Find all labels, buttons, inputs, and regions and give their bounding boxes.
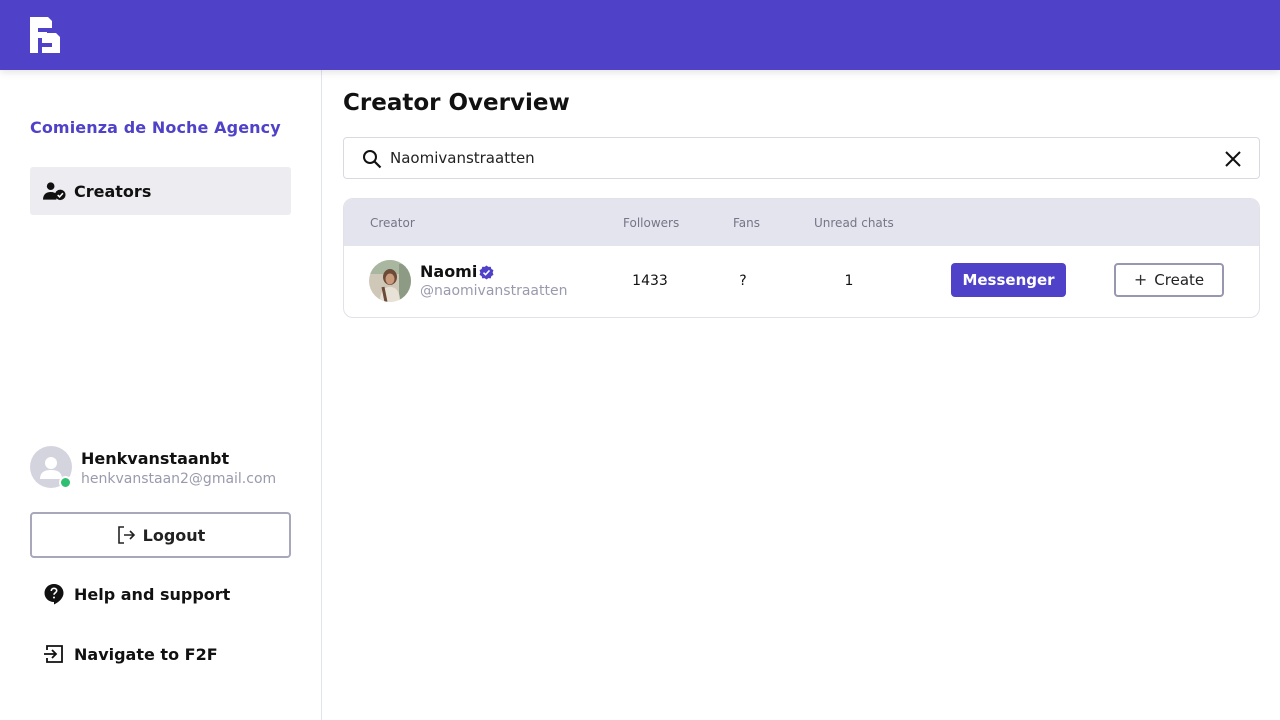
search-icon [363,150,382,169]
logo-icon[interactable] [30,17,60,53]
messenger-button[interactable]: Messenger [951,263,1066,297]
table-header: Creator Followers Fans Unread chats [344,199,1259,246]
user-profile: Henkvanstaanbt henkvanstaan2@gmail.com [30,446,300,490]
search-input[interactable] [390,138,1210,178]
verified-badge-icon [479,265,494,280]
sidebar-item-creators[interactable]: Creators [30,167,291,215]
logout-icon [117,526,135,544]
close-icon[interactable] [1222,148,1244,170]
online-status-dot [59,476,72,489]
help-icon [44,584,64,605]
sidebar: Comienza de Noche Agency Creators Henkva… [0,70,322,720]
table-row: Naomi @naomivanstraatten 1433 ? 1 Messen… [344,246,1259,317]
top-bar [0,0,1280,70]
user-check-icon [43,182,66,201]
search-bar [343,137,1260,179]
plus-icon: + [1133,270,1148,289]
column-header-creator: Creator [370,216,415,230]
help-support-link[interactable]: Help and support [30,574,291,614]
main-content: Creator Overview Creator Followers Fans … [323,70,1280,720]
create-button[interactable]: + Create [1114,263,1224,297]
help-label: Help and support [74,584,231,604]
unread-chats-count: 1 [844,273,854,289]
column-header-fans: Fans [733,216,761,230]
fans-count: ? [739,273,747,289]
followers-count: 1433 [632,273,668,289]
create-label: Create [1154,271,1205,289]
creator-avatar[interactable] [369,260,411,302]
sidebar-item-label: Creators [74,181,152,201]
navigate-label: Navigate to F2F [74,644,218,664]
agency-name: Comienza de Noche Agency [30,118,281,137]
page-title: Creator Overview [343,90,570,116]
logout-label: Logout [142,525,206,545]
login-icon [44,645,63,663]
column-header-followers: Followers [623,216,680,230]
navigate-f2f-link[interactable]: Navigate to F2F [30,634,291,674]
user-name: Henkvanstaanbt [81,449,230,468]
creators-table: Creator Followers Fans Unread chats Naom… [343,198,1260,318]
creator-name[interactable]: Naomi [420,262,477,281]
creator-handle: @naomivanstraatten [420,283,568,299]
logout-button[interactable]: Logout [30,512,291,558]
column-header-unread-chats: Unread chats [814,216,894,230]
user-email: henkvanstaan2@gmail.com [81,471,277,487]
